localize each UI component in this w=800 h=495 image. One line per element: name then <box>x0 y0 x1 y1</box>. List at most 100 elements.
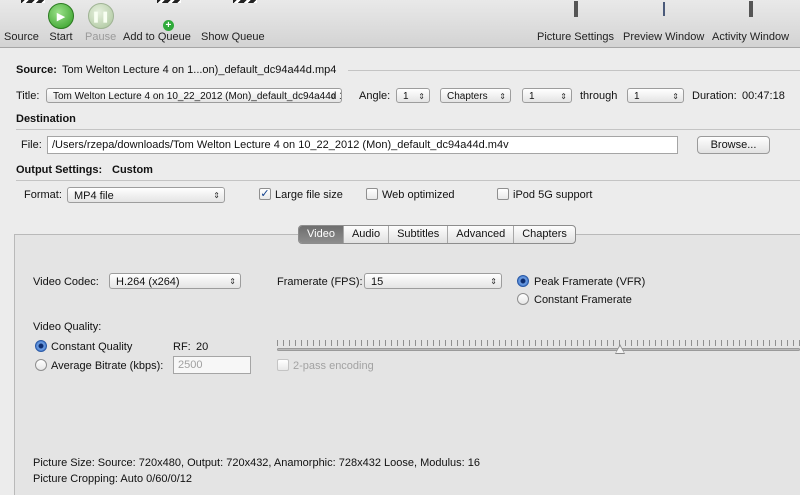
format-popup-value: MP4 file <box>74 190 114 202</box>
destination-divider <box>16 129 800 130</box>
constant-framerate-label: Constant Framerate <box>534 294 632 306</box>
video-quality-label: Video Quality: <box>33 321 102 333</box>
video-codec-label: Video Codec: <box>33 276 99 288</box>
preview-window-icon <box>651 2 677 29</box>
tab-advanced[interactable]: Advanced <box>448 226 515 243</box>
popup-arrows-icon: ⇕ <box>672 92 679 101</box>
format-popup[interactable]: MP4 file ⇕ <box>67 187 225 203</box>
web-optimized-checkbox[interactable] <box>366 188 378 200</box>
ipod-support-checkbox[interactable] <box>497 188 509 200</box>
pause-button[interactable]: ❚❚ Pause <box>85 3 116 43</box>
large-file-size-label: Large file size <box>275 189 343 201</box>
two-pass-label: 2-pass encoding <box>293 360 374 372</box>
queue-stack-icon <box>220 3 246 29</box>
terminal-icon <box>738 1 764 29</box>
duration-label: Duration: <box>692 90 737 102</box>
pause-icon: ❚❚ <box>87 3 114 29</box>
quality-slider-knob[interactable] <box>614 344 625 354</box>
source-button-label: Source <box>4 31 39 43</box>
two-pass-checkbox[interactable] <box>277 359 289 371</box>
show-queue-label: Show Queue <box>201 31 265 43</box>
chapters-range-value: Chapters <box>447 91 488 102</box>
destination-file-field[interactable]: /Users/rzepa/downloads/Tom Welton Lectur… <box>47 136 678 154</box>
rf-value: 20 <box>196 341 209 353</box>
rf-label: RF: <box>173 341 191 353</box>
constant-quality-radio[interactable] <box>35 340 47 352</box>
picture-size-info: Picture Size: Source: 720x480, Output: 7… <box>33 457 481 469</box>
duration-value: 00:47:18 <box>742 90 785 102</box>
constant-framerate-radio[interactable] <box>517 293 529 305</box>
framerate-label: Framerate (FPS): <box>277 276 363 288</box>
peak-framerate-label: Peak Framerate (VFR) <box>534 276 646 288</box>
tab-audio[interactable]: Audio <box>344 226 390 243</box>
popup-arrows-icon: ⇕ <box>499 92 506 101</box>
toolbar: Source ▶ Start ❚❚ Pause + Add to Queue S… <box>0 0 800 48</box>
video-codec-popup[interactable]: H.264 (x264) ⇕ <box>109 273 241 289</box>
angle-label: Angle: <box>359 90 391 102</box>
add-queue-icon: + <box>144 3 174 31</box>
output-divider <box>16 180 800 181</box>
source-label: Source: <box>16 64 57 76</box>
source-divider <box>348 70 800 71</box>
tab-video[interactable]: Video <box>299 226 344 243</box>
preview-window-label: Preview Window <box>623 31 705 43</box>
format-label: Format: <box>24 189 62 201</box>
activity-window-button[interactable]: Activity Window <box>712 1 790 43</box>
average-bitrate-radio[interactable] <box>35 359 47 371</box>
source-filename: Tom Welton Lecture 4 on 1...on)_default_… <box>62 64 337 76</box>
popup-arrows-icon: ⇕ <box>560 92 567 101</box>
popup-arrows-icon: ⇕ <box>490 277 497 286</box>
popup-arrows-icon: ⇕ <box>330 92 337 101</box>
output-preset-name: Custom <box>112 164 153 176</box>
title-popup-value: Tom Welton Lecture 4 on 10_22_2012 (Mon)… <box>53 91 342 102</box>
browse-button[interactable]: Browse... <box>697 136 770 154</box>
through-label: through <box>580 90 618 102</box>
video-codec-value: H.264 (x264) <box>116 276 180 288</box>
show-queue-button[interactable]: Show Queue <box>201 3 265 43</box>
chapter-end-popup[interactable]: 1 ⇕ <box>627 88 684 103</box>
popup-arrows-icon: ⇕ <box>229 277 236 286</box>
picture-cropping-info: Picture Cropping: Auto 0/60/0/12 <box>33 473 192 485</box>
framerate-popup[interactable]: 15 ⇕ <box>364 273 502 289</box>
picture-settings-label: Picture Settings <box>537 31 615 43</box>
pause-button-label: Pause <box>85 31 117 43</box>
web-optimized-label: Web optimized <box>382 189 455 201</box>
popup-arrows-icon: ⇕ <box>418 92 425 101</box>
chapters-range-popup[interactable]: Chapters ⇕ <box>440 88 511 103</box>
activity-window-label: Activity Window <box>712 31 790 43</box>
destination-file-value: /Users/rzepa/downloads/Tom Welton Lectur… <box>52 139 509 151</box>
constant-quality-label: Constant Quality <box>51 341 133 353</box>
play-icon: ▶ <box>48 3 74 29</box>
title-popup[interactable]: Tom Welton Lecture 4 on 10_22_2012 (Mon)… <box>46 88 342 103</box>
add-to-queue-button[interactable]: + Add to Queue <box>123 3 191 43</box>
peak-framerate-radio[interactable] <box>517 275 529 287</box>
tab-chapters[interactable]: Chapters <box>514 226 575 243</box>
bitrate-field-value: 2500 <box>178 359 203 371</box>
angle-popup[interactable]: 1 ⇕ <box>396 88 430 103</box>
settings-tabs: Video Audio Subtitles Advanced Chapters <box>298 225 576 244</box>
quality-slider-ticks <box>277 340 800 346</box>
start-button-label: Start <box>49 31 73 43</box>
file-label: File: <box>21 139 42 151</box>
clapperboard-icon <box>8 3 34 29</box>
ipod-support-label: iPod 5G support <box>513 189 593 201</box>
bitrate-field[interactable]: 2500 <box>173 356 251 374</box>
tab-subtitles[interactable]: Subtitles <box>389 226 449 243</box>
average-bitrate-label: Average Bitrate (kbps): <box>51 360 164 372</box>
picture-settings-button[interactable]: Picture Settings <box>537 1 615 43</box>
chapter-start-popup[interactable]: 1 ⇕ <box>522 88 572 103</box>
chapter-start-value: 1 <box>529 91 535 102</box>
large-file-size-checkbox[interactable]: ✓ <box>259 188 271 200</box>
output-settings-heading: Output Settings: <box>16 164 103 176</box>
destination-heading: Destination <box>16 113 76 125</box>
chapter-end-value: 1 <box>634 91 640 102</box>
framerate-value: 15 <box>371 276 384 288</box>
popup-arrows-icon: ⇕ <box>213 191 220 200</box>
color-bars-icon <box>563 1 589 29</box>
source-button[interactable]: Source <box>4 3 39 43</box>
preview-window-button[interactable]: Preview Window <box>623 2 705 43</box>
quality-slider[interactable] <box>277 348 800 351</box>
start-button[interactable]: ▶ Start <box>48 3 74 43</box>
angle-popup-value: 1 <box>403 91 409 102</box>
title-label: Title: <box>16 90 40 102</box>
